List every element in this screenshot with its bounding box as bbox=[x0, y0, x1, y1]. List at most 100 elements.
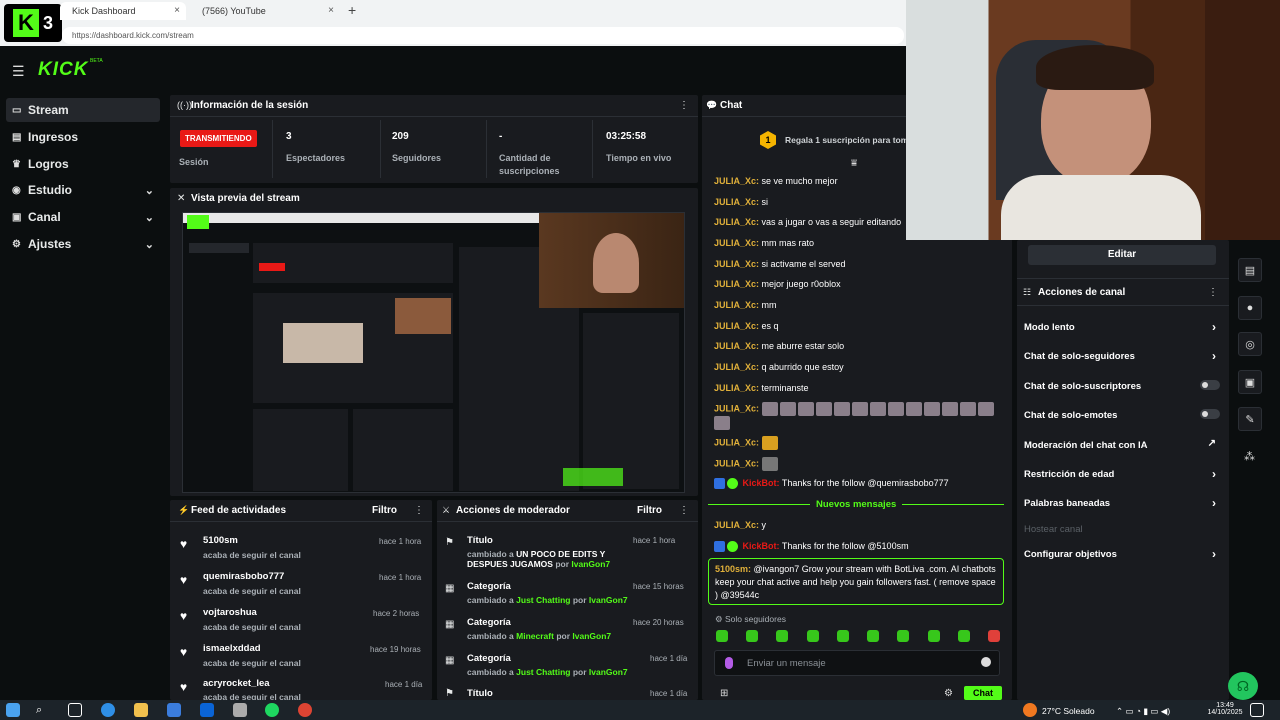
edge-icon[interactable] bbox=[101, 703, 115, 717]
app-icon[interactable] bbox=[233, 703, 247, 717]
notifications-icon[interactable] bbox=[1250, 703, 1264, 717]
beta-badge: BETA bbox=[90, 58, 103, 64]
chat-message: JULIA_Xc: terminanste bbox=[714, 383, 809, 393]
chat-message: JULIA_Xc: si activame el served bbox=[714, 259, 846, 269]
emote-icon[interactable] bbox=[897, 630, 910, 642]
close-icon[interactable]: × bbox=[328, 5, 334, 16]
tab-kick-dashboard[interactable]: Kick Dashboard × bbox=[60, 2, 186, 20]
chat-input[interactable]: Enviar un mensaje bbox=[714, 650, 1000, 676]
pin-icon[interactable]: ⩸ bbox=[851, 158, 857, 169]
toggle-switch[interactable] bbox=[1200, 409, 1220, 419]
sidebar-item-label: Ingresos bbox=[28, 130, 79, 144]
channel-actions-title: Acciones de canal bbox=[1038, 287, 1126, 298]
emote-icon[interactable] bbox=[806, 630, 819, 642]
external-link-icon: ↗ bbox=[1207, 438, 1216, 449]
mod-action-detail: cambiado a Just Chatting por IvanGon7 bbox=[467, 595, 628, 605]
action-slow-mode[interactable]: Modo lento › bbox=[1024, 320, 1220, 334]
emote-icon[interactable] bbox=[836, 630, 849, 642]
sidebar-item-ingresos[interactable]: ▤ Ingresos bbox=[6, 125, 160, 149]
emote-icon[interactable] bbox=[927, 630, 940, 642]
kick-logo[interactable]: KICK bbox=[38, 59, 88, 81]
stream-preview-video[interactable] bbox=[182, 212, 685, 493]
heart-icon: ♥ bbox=[180, 680, 188, 694]
support-icon[interactable]: ☊ bbox=[1228, 672, 1258, 700]
more-icon[interactable]: ⋮ bbox=[679, 100, 689, 111]
chat-icon[interactable]: ● bbox=[1238, 296, 1262, 320]
title-icon: ⚑ bbox=[445, 537, 454, 548]
close-preview-icon[interactable]: ✕ bbox=[177, 193, 185, 204]
tab-youtube[interactable]: (7566) YouTube × bbox=[190, 2, 340, 20]
wallet-icon: ▤ bbox=[12, 131, 22, 143]
emote-icon[interactable] bbox=[776, 630, 789, 642]
emote-icon[interactable] bbox=[867, 630, 880, 642]
gift-promo[interactable]: Regala 1 suscripción para toma bbox=[785, 135, 913, 145]
heart-icon: ♥ bbox=[180, 573, 188, 587]
sidebar-item-logros[interactable]: ♛ Logros bbox=[6, 152, 160, 176]
close-icon[interactable]: × bbox=[174, 5, 180, 16]
sidebar-item-label: Estudio bbox=[28, 183, 72, 197]
feed-username[interactable]: acryrocket_lea bbox=[203, 678, 270, 689]
monitor-icon[interactable]: ▣ bbox=[1238, 370, 1262, 394]
gift-icon[interactable]: ⊞ bbox=[720, 688, 728, 699]
store-icon[interactable] bbox=[167, 703, 181, 717]
feed-username[interactable]: vojtaroshua bbox=[203, 607, 257, 618]
action-banned-words[interactable]: Palabras baneadas › bbox=[1024, 496, 1220, 510]
task-view-icon[interactable] bbox=[68, 703, 82, 717]
tab-title: (7566) YouTube bbox=[202, 6, 266, 16]
more-icon[interactable]: ⋮ bbox=[414, 505, 424, 516]
wrench-icon[interactable]: ✎ bbox=[1238, 407, 1262, 431]
folder-icon[interactable] bbox=[134, 703, 148, 717]
sidebar-item-ajustes[interactable]: ⚙ Ajustes ⌄ bbox=[6, 232, 160, 256]
action-emotes-only[interactable]: Chat de solo-emotes bbox=[1024, 409, 1220, 421]
emoji-icon[interactable] bbox=[981, 657, 991, 667]
microphone-icon[interactable] bbox=[725, 657, 733, 669]
divider bbox=[486, 120, 487, 178]
mod-user-link[interactable]: IvanGon7 bbox=[589, 667, 628, 677]
feed-username[interactable]: ismaelxddad bbox=[203, 643, 261, 654]
feed-time: hace 1 día bbox=[385, 680, 423, 689]
mod-user-link[interactable]: IvanGon7 bbox=[589, 595, 628, 605]
feed-username[interactable]: 5100sm bbox=[203, 535, 238, 546]
address-bar[interactable]: https://dashboard.kick.com/stream bbox=[62, 27, 904, 44]
document-icon[interactable]: ▤ bbox=[1238, 258, 1262, 282]
broadcast-icon[interactable]: ◎ bbox=[1238, 332, 1262, 356]
clock[interactable]: 13:49 14/10/2025 bbox=[1206, 702, 1244, 716]
tray-icons[interactable]: ⌃ ▭ ◔ ▮ ▭ ◀) bbox=[1116, 706, 1170, 717]
moderator-filter-button[interactable]: Filtro bbox=[637, 505, 662, 516]
gear-icon[interactable]: ⚙ bbox=[944, 688, 953, 699]
sidebar-item-stream[interactable]: ▭ Stream bbox=[6, 98, 160, 122]
emote-icon[interactable] bbox=[987, 630, 1000, 642]
more-icon[interactable]: ⋮ bbox=[1208, 287, 1218, 298]
send-chat-button[interactable]: Chat bbox=[964, 686, 1002, 700]
toggle-switch[interactable] bbox=[1200, 380, 1220, 390]
sidebar-item-canal[interactable]: ▣ Canal ⌄ bbox=[6, 205, 160, 229]
more-icon[interactable]: ⋮ bbox=[679, 505, 689, 516]
windows-start-icon[interactable] bbox=[6, 703, 20, 717]
emote-icon[interactable] bbox=[746, 630, 759, 642]
action-age-restriction[interactable]: Restricción de edad › bbox=[1024, 467, 1220, 481]
activity-filter-button[interactable]: Filtro bbox=[372, 505, 397, 516]
sidebar-item-estudio[interactable]: ◉ Estudio ⌄ bbox=[6, 178, 160, 202]
hamburger-icon[interactable]: ☰ bbox=[12, 63, 25, 80]
mod-user-link[interactable]: IvanGon7 bbox=[571, 559, 610, 569]
action-ai-moderation[interactable]: Moderación del chat con IA ↗ bbox=[1024, 438, 1220, 451]
action-host-channel: Hostear canal bbox=[1024, 524, 1083, 535]
mod-user-link[interactable]: IvanGon7 bbox=[572, 631, 611, 641]
action-subscribers-only[interactable]: Chat de solo-suscriptores bbox=[1024, 380, 1220, 392]
mod-action-detail: cambiado a Minecraft por IvanGon7 bbox=[467, 631, 612, 641]
spotify-icon[interactable] bbox=[265, 703, 279, 717]
action-followers-only[interactable]: Chat de solo-seguidores › bbox=[1024, 349, 1220, 363]
new-tab-button[interactable]: + bbox=[348, 2, 356, 18]
chat-input-placeholder: Enviar un mensaje bbox=[747, 658, 826, 669]
edit-button[interactable]: Editar bbox=[1028, 245, 1216, 265]
search-icon[interactable]: ⌕ bbox=[36, 704, 42, 717]
preview-title: Vista previa del stream bbox=[191, 193, 300, 204]
emote-icon[interactable] bbox=[716, 630, 728, 642]
action-goals[interactable]: Configurar objetivos › bbox=[1024, 547, 1220, 561]
feed-username[interactable]: quemirasbobo777 bbox=[203, 571, 284, 582]
outlook-icon[interactable] bbox=[200, 703, 214, 717]
emote-icon[interactable] bbox=[957, 630, 970, 642]
apps-icon[interactable]: ⁂ bbox=[1244, 450, 1255, 463]
obs-icon[interactable] bbox=[298, 703, 312, 717]
weather-text[interactable]: 27°C Soleado bbox=[1042, 706, 1095, 716]
